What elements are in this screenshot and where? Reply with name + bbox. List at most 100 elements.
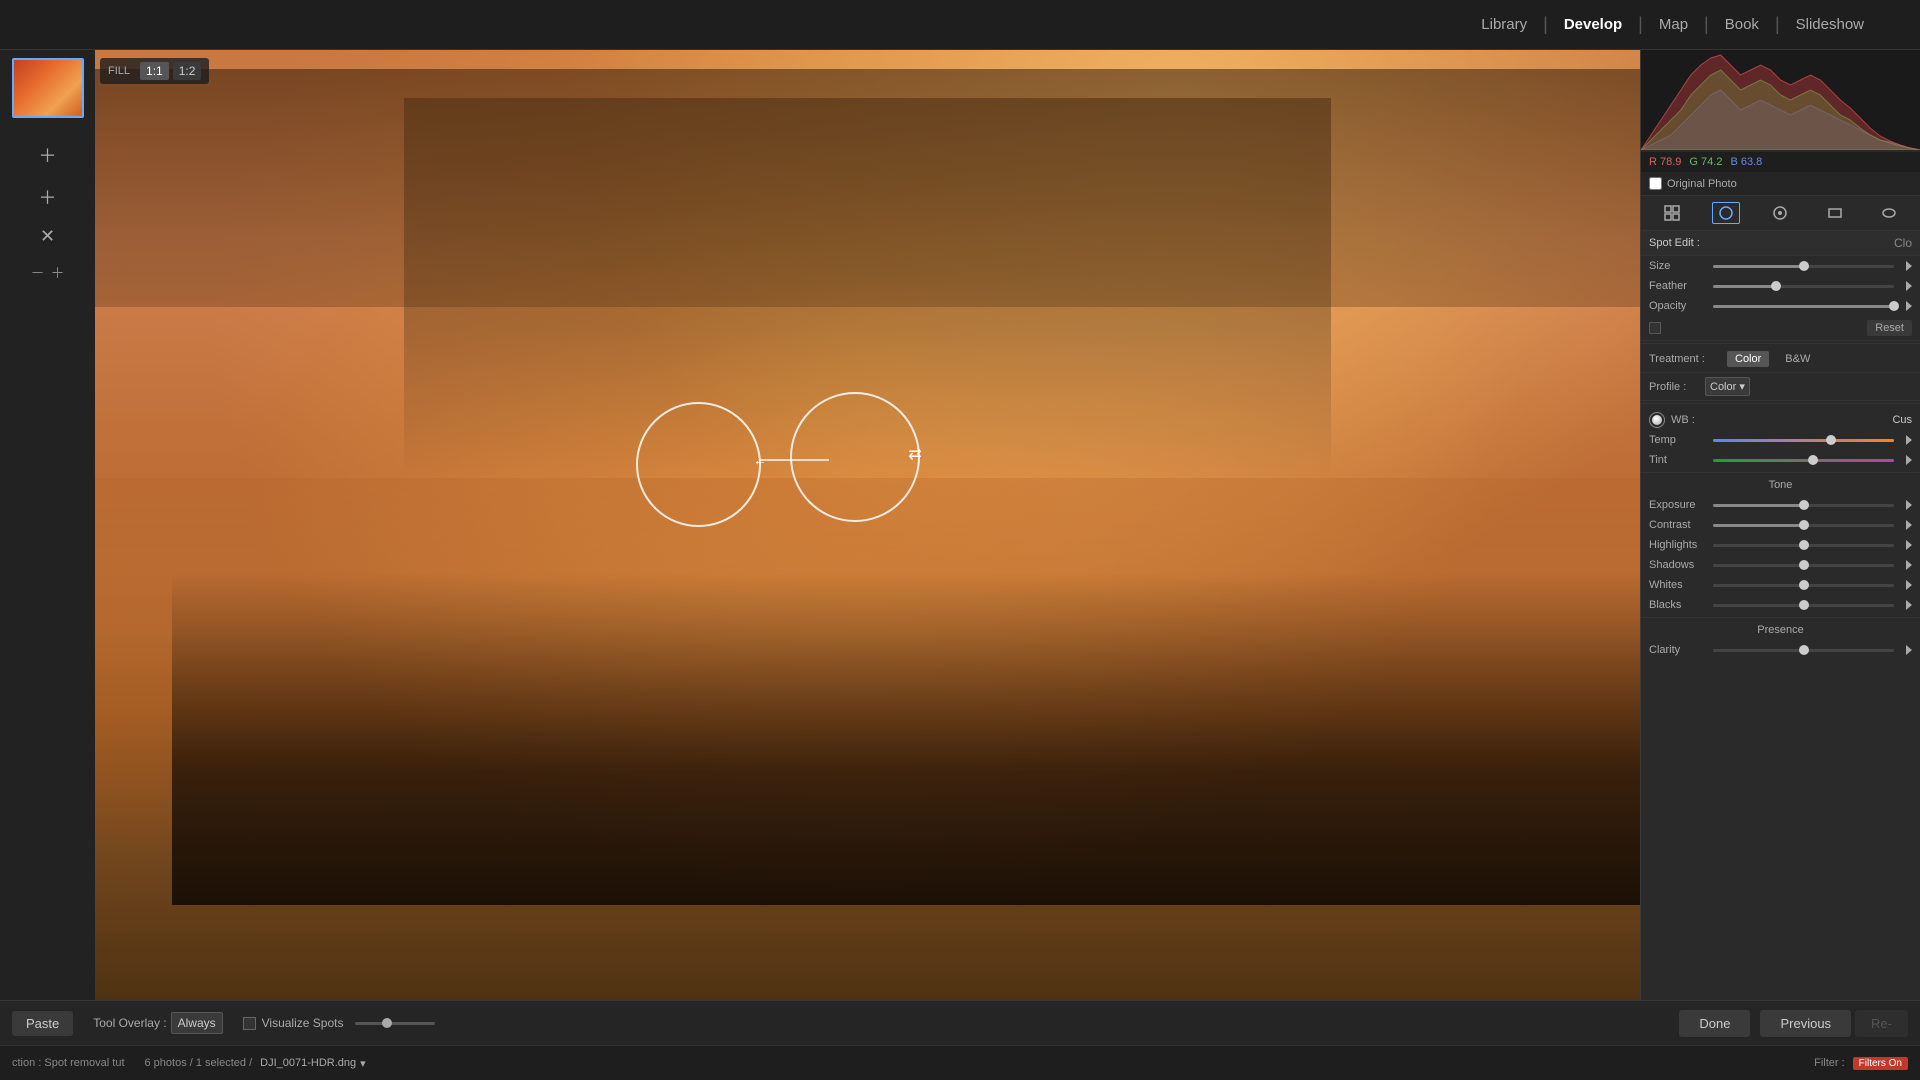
oval-tool-icon[interactable] [1875, 202, 1903, 224]
left-tools: ＋ ＋ ✕ － ＋ [31, 142, 65, 283]
blacks-arrow-icon [1898, 598, 1912, 612]
filmstrip-thumb-1[interactable] [12, 58, 84, 118]
whites-label: Whites [1649, 579, 1709, 591]
reset-row: Reset [1641, 316, 1920, 341]
status-file-arrow: ▾ [360, 1057, 366, 1070]
trees-overlay [172, 573, 1640, 906]
temp-slider[interactable] [1713, 439, 1894, 442]
zoom-1-1-button[interactable]: 1:1 [140, 62, 169, 80]
right-panel: R 78.9 G 74.2 B 63.8 Original Photo Spot… [1640, 50, 1920, 1000]
status-photos: 6 photos / 1 selected / [145, 1057, 253, 1069]
b-value: B 63.8 [1730, 156, 1762, 168]
zoom-1-2-button[interactable]: 1:2 [173, 62, 202, 80]
treatment-row: Treatment : Color B&W [1641, 346, 1920, 373]
treatment-color-btn[interactable]: Color [1727, 351, 1769, 367]
profile-select[interactable]: Color ▾ [1705, 377, 1750, 396]
highlights-slider[interactable] [1713, 544, 1894, 547]
wb-label: WB : [1671, 414, 1886, 426]
nav-map[interactable]: Map [1643, 0, 1704, 50]
opacity-slider-row: Opacity [1641, 296, 1920, 316]
original-photo-label: Original Photo [1667, 178, 1737, 190]
redo-button[interactable]: Re- [1855, 1010, 1908, 1037]
blacks-label: Blacks [1649, 599, 1709, 611]
spot-edit-close[interactable]: Clo [1894, 236, 1912, 250]
treatment-bw-btn[interactable]: B&W [1777, 351, 1818, 367]
exposure-slider-row: Exposure [1641, 495, 1920, 515]
add-icon-mid[interactable]: ＋ [33, 184, 63, 210]
nav-slideshow[interactable]: Slideshow [1780, 0, 1880, 50]
panel-toggle-checkbox[interactable] [1649, 322, 1661, 334]
blacks-slider-row: Blacks [1641, 595, 1920, 615]
left-panel: ＋ ＋ ✕ － ＋ [0, 50, 95, 1000]
arrow-left: ← [753, 452, 767, 468]
size-slider[interactable] [1713, 265, 1894, 268]
highlights-slider-row: Highlights [1641, 535, 1920, 555]
spot-source-circle[interactable] [636, 402, 761, 527]
minus-icon[interactable]: － [31, 263, 45, 283]
add-icon-top[interactable]: ＋ [33, 142, 63, 168]
exposure-arrow-icon [1898, 498, 1912, 512]
visualize-spots-label: Visualize Spots [262, 1016, 344, 1030]
tool-overlay-select[interactable]: Always [171, 1012, 223, 1034]
tint-slider-row: Tint [1641, 450, 1920, 470]
visualize-spots-row: Visualize Spots [243, 1016, 436, 1030]
clarity-slider[interactable] [1713, 649, 1894, 652]
rect-tool-icon[interactable] [1821, 202, 1849, 224]
visualize-spots-checkbox[interactable] [243, 1017, 256, 1030]
cursor-indicator: ⇄ [908, 444, 921, 464]
shadows-slider[interactable] [1713, 564, 1894, 567]
target-tool-icon[interactable] [1766, 202, 1794, 224]
previous-button[interactable]: Previous [1760, 1010, 1851, 1037]
tool-icons-row [1641, 196, 1920, 231]
treatment-label: Treatment : [1649, 353, 1719, 365]
wb-row: WB : Cus [1641, 406, 1920, 430]
contrast-arrow-icon [1898, 518, 1912, 532]
canvas-area[interactable]: ← ⇄ [95, 50, 1640, 1000]
feather-label: Feather [1649, 280, 1709, 292]
histogram [1641, 50, 1920, 150]
feather-slider[interactable] [1713, 285, 1894, 288]
size-arrow-icon [1898, 259, 1912, 273]
profile-row: Profile : Color ▾ [1641, 373, 1920, 401]
rgb-values: R 78.9 G 74.2 B 63.8 [1641, 152, 1920, 172]
filter-badge[interactable]: Filters On [1853, 1057, 1908, 1070]
contrast-slider[interactable] [1713, 524, 1894, 527]
reset-button[interactable]: Reset [1867, 320, 1912, 336]
shadows-slider-row: Shadows [1641, 555, 1920, 575]
plus-icon[interactable]: ＋ [51, 263, 65, 283]
clarity-slider-row: Clarity [1641, 640, 1920, 660]
status-filename: DJI_0071-HDR.dng [260, 1057, 356, 1069]
shadows-arrow-icon [1898, 558, 1912, 572]
nav-library[interactable]: Library [1465, 0, 1543, 50]
circle-tool-icon[interactable] [1712, 202, 1740, 224]
status-file[interactable]: DJI_0071-HDR.dng ▾ [260, 1057, 366, 1070]
exposure-slider[interactable] [1713, 504, 1894, 507]
clarity-label: Clarity [1649, 644, 1709, 656]
paste-button[interactable]: Paste [12, 1011, 73, 1036]
tint-slider[interactable] [1713, 459, 1894, 462]
whites-slider[interactable] [1713, 584, 1894, 587]
nav-develop[interactable]: Develop [1548, 0, 1638, 50]
exposure-label: Exposure [1649, 499, 1709, 511]
remove-icon[interactable]: ✕ [33, 226, 63, 247]
profile-label: Profile : [1649, 381, 1699, 393]
original-photo-checkbox[interactable] [1649, 177, 1662, 190]
visualize-spots-slider[interactable] [355, 1022, 435, 1025]
clarity-arrow-icon [1898, 643, 1912, 657]
wb-eyedropper-icon[interactable] [1649, 412, 1665, 428]
done-button[interactable]: Done [1679, 1010, 1750, 1037]
view-controls: FILL 1:1 1:2 [100, 58, 209, 84]
spot-dest-circle[interactable] [790, 392, 920, 522]
contrast-label: Contrast [1649, 519, 1709, 531]
opacity-slider[interactable] [1713, 305, 1894, 308]
contrast-slider-row: Contrast [1641, 515, 1920, 535]
grid-tool-icon[interactable] [1658, 202, 1686, 224]
g-value: G 74.2 [1689, 156, 1722, 168]
temp-slider-row: Temp [1641, 430, 1920, 450]
presence-section-header: Presence [1641, 620, 1920, 640]
original-photo-row[interactable]: Original Photo [1641, 172, 1920, 196]
blacks-slider[interactable] [1713, 604, 1894, 607]
size-slider-row: Size [1641, 256, 1920, 276]
highlights-arrow-icon [1898, 538, 1912, 552]
nav-book[interactable]: Book [1709, 0, 1775, 50]
